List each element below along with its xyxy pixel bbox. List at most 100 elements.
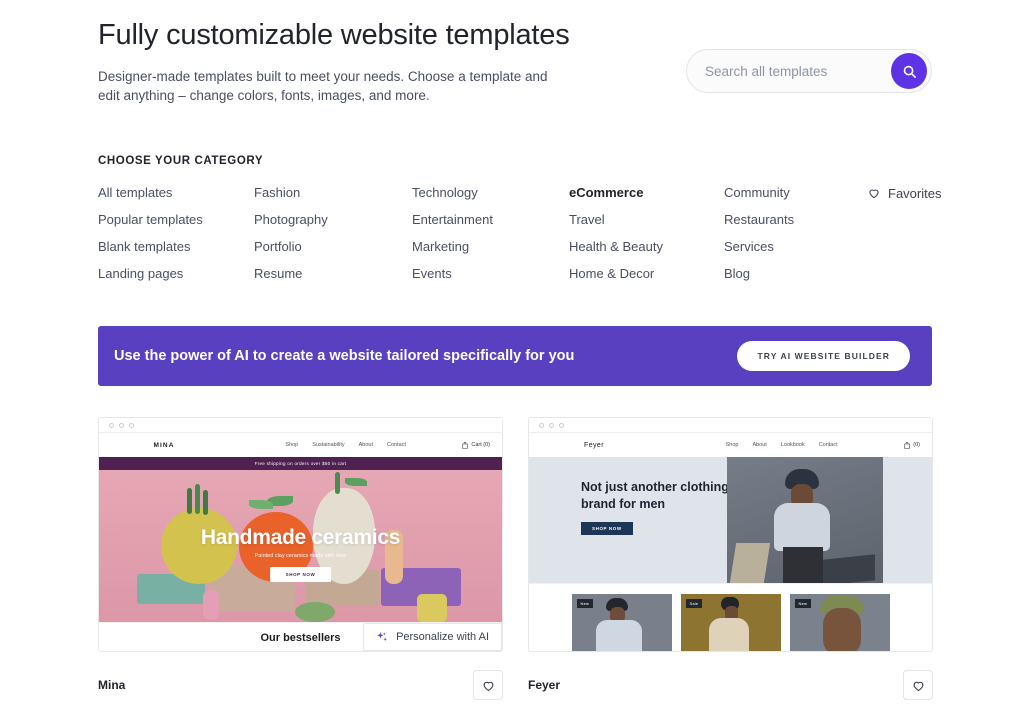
- category-technology[interactable]: Technology: [412, 185, 569, 201]
- preview-nav-sustainability: Sustainability: [312, 442, 345, 448]
- category-landing-pages[interactable]: Landing pages: [98, 266, 254, 282]
- template-card-footer: Feyer: [528, 670, 933, 700]
- preview-nav-links: Shop About Lookbook Contact: [659, 442, 904, 448]
- preview-nav-shop: Shop: [285, 442, 299, 448]
- personalize-with-ai-button[interactable]: Personalize with AI: [363, 623, 502, 651]
- preview-hero-button: SHOP NOW: [269, 567, 332, 582]
- category-health-beauty[interactable]: Health & Beauty: [569, 239, 724, 255]
- preview-nav-lookbook: Lookbook: [780, 442, 805, 448]
- template-preview-mina[interactable]: MINA Shop Sustainability About Contact C…: [98, 417, 503, 652]
- category-blank-templates[interactable]: Blank templates: [98, 239, 254, 255]
- page-subtitle: Designer-made templates built to meet yo…: [98, 68, 548, 103]
- preview-hero: Not just another clothing brand for men …: [529, 457, 932, 583]
- preview-hero-button: SHOP NOW: [581, 521, 633, 535]
- preview-hero-photo: [727, 457, 883, 583]
- preview-hero: Handmade ceramics Painted clay ceramics …: [99, 470, 502, 622]
- hero-decor-vase: [295, 602, 335, 622]
- templates-page: Fully customizable website templates Des…: [0, 0, 1011, 722]
- template-card-mina: MINA Shop Sustainability About Contact C…: [98, 417, 503, 700]
- template-card-footer: Mina: [98, 670, 503, 700]
- favorite-button-mina[interactable]: [473, 670, 503, 700]
- category-marketing[interactable]: Marketing: [412, 239, 569, 255]
- preview-product-grid: New Sale New: [529, 583, 932, 651]
- hero-decor-leaf: [345, 478, 367, 486]
- browser-chrome: [529, 418, 932, 433]
- preview-cart: Cart (0): [462, 441, 490, 449]
- window-dot-icon: [119, 422, 124, 428]
- category-resume[interactable]: Resume: [254, 266, 412, 282]
- category-heading: CHOOSE YOUR CATEGORY: [98, 155, 264, 167]
- browser-chrome: [99, 418, 502, 433]
- category-photography[interactable]: Photography: [254, 212, 412, 228]
- favorite-button-feyer[interactable]: [903, 670, 933, 700]
- category-events[interactable]: Events: [412, 266, 569, 282]
- preview-hero-title: Handmade ceramics: [200, 526, 401, 549]
- personalize-label: Personalize with AI: [396, 631, 489, 643]
- ai-website-builder-banner: Use the power of AI to create a website …: [98, 326, 932, 386]
- sparkle-icon: [376, 631, 389, 644]
- product-badge: New: [576, 599, 594, 609]
- category-restaurants[interactable]: Restaurants: [724, 212, 867, 228]
- page-title: Fully customizable website templates: [98, 19, 570, 51]
- hero-decor-plant: [195, 484, 200, 514]
- preview-nav-about: About: [358, 442, 374, 448]
- category-home-decor[interactable]: Home & Decor: [569, 266, 724, 282]
- category-ecommerce[interactable]: eCommerce: [569, 185, 724, 201]
- template-card-feyer: Feyer Shop About Lookbook Contact (0) No…: [528, 417, 933, 700]
- preview-nav-about: About: [752, 442, 767, 448]
- cart-icon: [904, 441, 910, 449]
- preview-site-nav: Feyer Shop About Lookbook Contact (0): [529, 433, 932, 457]
- try-ai-website-builder-button[interactable]: TRY AI WEBSITE BUILDER: [737, 341, 910, 371]
- preview-cart: (0): [904, 441, 920, 449]
- category-portfolio[interactable]: Portfolio: [254, 239, 412, 255]
- category-fashion[interactable]: Fashion: [254, 185, 412, 201]
- preview-logo: MINA: [153, 441, 175, 449]
- preview-hero-subtitle: Painted clay ceramics made with love: [254, 553, 347, 559]
- category-all-templates[interactable]: All templates: [98, 185, 254, 201]
- preview-announcement-bar: Free shipping on orders over $50 in cart: [99, 457, 502, 470]
- search-button[interactable]: [891, 53, 927, 89]
- product-badge: New: [794, 599, 812, 609]
- category-community[interactable]: Community: [724, 185, 867, 201]
- template-grid: MINA Shop Sustainability About Contact C…: [98, 417, 933, 700]
- hero-decor-plant: [187, 488, 192, 514]
- favorites-label: Favorites: [888, 185, 942, 201]
- cart-icon: [462, 441, 468, 449]
- window-dot-icon: [549, 422, 554, 428]
- grid-spacer: [867, 266, 941, 282]
- category-blog[interactable]: Blog: [724, 266, 867, 282]
- heart-icon: [867, 186, 881, 200]
- category-entertainment[interactable]: Entertainment: [412, 212, 569, 228]
- search-box[interactable]: [686, 49, 932, 93]
- heart-icon: [911, 678, 926, 693]
- category-popular-templates[interactable]: Popular templates: [98, 212, 254, 228]
- template-name-feyer: Feyer: [528, 678, 561, 692]
- hero-decor-vase: [203, 590, 219, 620]
- hero-decor-plant: [335, 472, 340, 494]
- search-input[interactable]: [705, 63, 891, 79]
- ai-banner-text: Use the power of AI to create a website …: [114, 348, 575, 364]
- preview-nav-contact: Contact: [387, 442, 406, 448]
- preview-product-thumb: New: [571, 594, 672, 651]
- category-travel[interactable]: Travel: [569, 212, 724, 228]
- hero-decor-plant: [203, 490, 208, 515]
- heart-icon: [481, 678, 496, 693]
- window-dot-icon: [109, 422, 114, 428]
- preview-site-nav: MINA Shop Sustainability About Contact C…: [99, 433, 502, 457]
- grid-spacer: [867, 239, 941, 255]
- window-dot-icon: [129, 422, 134, 428]
- window-dot-icon: [539, 422, 544, 428]
- preview-product-thumb: Sale: [680, 594, 781, 651]
- category-services[interactable]: Services: [724, 239, 867, 255]
- template-name-mina: Mina: [98, 678, 126, 692]
- preview-nav-shop: Shop: [725, 442, 739, 448]
- category-section: CHOOSE YOUR CATEGORY All templates Fashi…: [98, 155, 941, 282]
- preview-cart-label: (0): [913, 442, 920, 448]
- favorites-link[interactable]: Favorites: [867, 185, 941, 201]
- grid-spacer: [867, 212, 941, 228]
- hero-decor-leaf: [249, 500, 273, 509]
- preview-nav-contact: Contact: [818, 442, 838, 448]
- category-grid: All templates Fashion Technology eCommer…: [98, 185, 941, 282]
- preview-product-thumb: New: [789, 594, 890, 651]
- template-preview-feyer[interactable]: Feyer Shop About Lookbook Contact (0) No…: [528, 417, 933, 652]
